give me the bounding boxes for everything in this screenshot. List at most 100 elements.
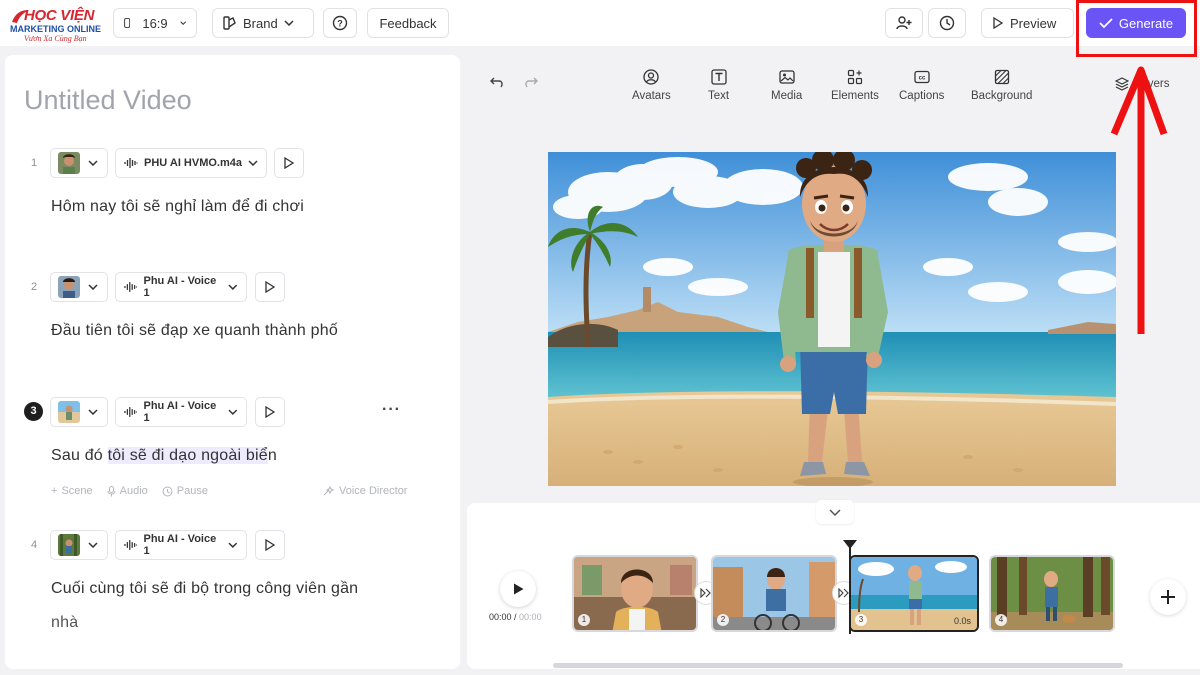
audio-wave-icon (124, 282, 138, 292)
avatar-selector[interactable] (50, 148, 108, 178)
avatar-thumbnail (58, 276, 80, 298)
play-outline-icon (993, 17, 1004, 29)
tool-media[interactable]: Media (771, 69, 802, 102)
avatar-selector[interactable] (50, 530, 108, 560)
pause-timer-icon (162, 486, 173, 496)
share-user-button[interactable] (885, 8, 923, 38)
history-button[interactable] (928, 8, 966, 38)
scene-tools: + Scene Audio Pause (51, 485, 208, 497)
tool-elements-label: Elements (831, 90, 879, 102)
timeline-clip-4[interactable]: 4 (989, 555, 1115, 632)
clip-duration: 0.0s (953, 616, 971, 626)
media-icon (779, 70, 795, 84)
chevron-down-icon (829, 508, 841, 516)
clip-number: 1 (578, 614, 590, 626)
feedback-button[interactable]: Feedback (367, 8, 449, 38)
undo-button[interactable] (489, 75, 505, 96)
add-scene-button[interactable]: + Scene (51, 485, 93, 497)
text-icon (710, 69, 727, 85)
highlight-box (1076, 0, 1197, 57)
playhead-handle[interactable] (843, 540, 857, 549)
audio-wave-icon (124, 407, 138, 417)
clip-number: 4 (995, 614, 1007, 626)
more-options-icon[interactable]: ··· (382, 401, 401, 419)
voice-director-label: Voice Director (339, 485, 408, 497)
timeline-play-button[interactable] (500, 571, 536, 607)
help-button[interactable]: ? (323, 8, 357, 38)
play-outline-icon (265, 539, 275, 551)
add-scene-clip-button[interactable] (1150, 579, 1186, 615)
scene-number: 4 (30, 539, 38, 551)
aspect-ratio-dropdown[interactable]: 16:9 (113, 8, 197, 38)
redo-button[interactable] (523, 75, 539, 96)
scene-play-button[interactable] (255, 530, 285, 560)
collapse-timeline-button[interactable] (816, 500, 854, 524)
scene-script-text[interactable]: Hôm nay tôi sẽ nghỉ làm để đi chơi (51, 198, 304, 216)
scene-number: 2 (30, 281, 38, 293)
clock-icon (939, 15, 955, 31)
scene-script-text[interactable]: Đầu tiên tôi sẽ đạp xe quanh thành phố (51, 322, 338, 340)
add-scene-label: Scene (61, 485, 93, 497)
tool-text[interactable]: Text (708, 69, 729, 102)
microphone-icon (107, 485, 116, 496)
undo-icon (490, 77, 503, 88)
chevron-down-icon (228, 284, 238, 290)
svg-text:cc: cc (918, 76, 925, 82)
voice-director-button[interactable]: Voice Director (323, 485, 407, 497)
audio-wave-icon (124, 158, 138, 168)
timeline-clip-2[interactable]: 2 (711, 555, 837, 632)
chevron-down-icon (228, 409, 238, 415)
video-canvas[interactable] (548, 152, 1116, 486)
tool-elements[interactable]: Elements (831, 69, 879, 102)
scene-script-text-line2[interactable]: nhà (51, 614, 78, 632)
brand-label: Brand (243, 15, 278, 31)
chevron-down-icon (248, 160, 258, 166)
scene-number: 1 (30, 157, 38, 169)
clip-number: 3 (855, 614, 867, 626)
voice-selector[interactable]: Phu AI - Voice 1 (115, 272, 247, 302)
timeline-clip-1[interactable]: 1 (572, 555, 698, 632)
logo-tagline: Vươn Xa Cùng Bạn (24, 34, 87, 43)
tool-avatars[interactable]: Avatars (632, 69, 671, 102)
clip-thumbnail (574, 557, 696, 630)
timeline-clip-3[interactable]: 3 0.0s (849, 555, 979, 632)
phone-icon (124, 18, 131, 28)
add-pause-label: Pause (176, 485, 208, 497)
captions-icon: cc (914, 70, 930, 84)
total-time: 00:00 (519, 612, 542, 622)
scene-play-button[interactable] (255, 272, 285, 302)
scene-play-button[interactable] (274, 148, 304, 178)
scene-script-text[interactable]: Cuối cùng tôi sẽ đi bộ trong công viên g… (51, 580, 358, 598)
tool-media-label: Media (771, 90, 803, 102)
timeline-scrollbar[interactable] (553, 663, 1123, 668)
voice-selector[interactable]: Phu AI - Voice 1 (115, 530, 247, 560)
tool-text-label: Text (708, 90, 730, 102)
play-outline-icon (284, 157, 294, 169)
add-pause-button[interactable]: Pause (162, 485, 208, 497)
scene-play-button[interactable] (255, 397, 285, 427)
chevron-down-icon (88, 542, 98, 548)
tool-background-label: Background (971, 90, 1033, 102)
chevron-down-icon (88, 284, 98, 290)
preview-button[interactable]: Preview (981, 8, 1074, 38)
tool-captions[interactable]: cc Captions (899, 69, 944, 102)
scene-script-text[interactable]: Sau đó tôi sẽ đi dạo ngoài biển (51, 447, 277, 465)
time-display: 00:00 / 00:00 (489, 612, 542, 622)
brand-kit-icon (223, 16, 236, 30)
voice-selector[interactable]: PHU AI HVMO.m4a (115, 148, 267, 178)
top-bar: HỌC VIỆN MARKETING ONLINE Vươn Xa Cùng B… (0, 0, 1200, 46)
scene-preview-image (548, 152, 1116, 486)
tool-avatars-label: Avatars (632, 90, 671, 102)
plus-icon: + (51, 485, 58, 497)
avatar-thumbnail (58, 401, 80, 423)
add-audio-button[interactable]: Audio (107, 485, 148, 497)
avatar-selector[interactable] (50, 272, 108, 302)
voice-selector[interactable]: Phu AI - Voice 1 (115, 397, 247, 427)
video-title[interactable]: Untitled Video (24, 85, 192, 116)
avatar-thumbnail (58, 152, 80, 174)
playhead[interactable] (849, 542, 851, 634)
clip-number: 2 (717, 614, 729, 626)
tool-background[interactable]: Background (971, 69, 1032, 102)
avatar-selector[interactable] (50, 397, 108, 427)
brand-dropdown[interactable]: Brand (212, 8, 314, 38)
